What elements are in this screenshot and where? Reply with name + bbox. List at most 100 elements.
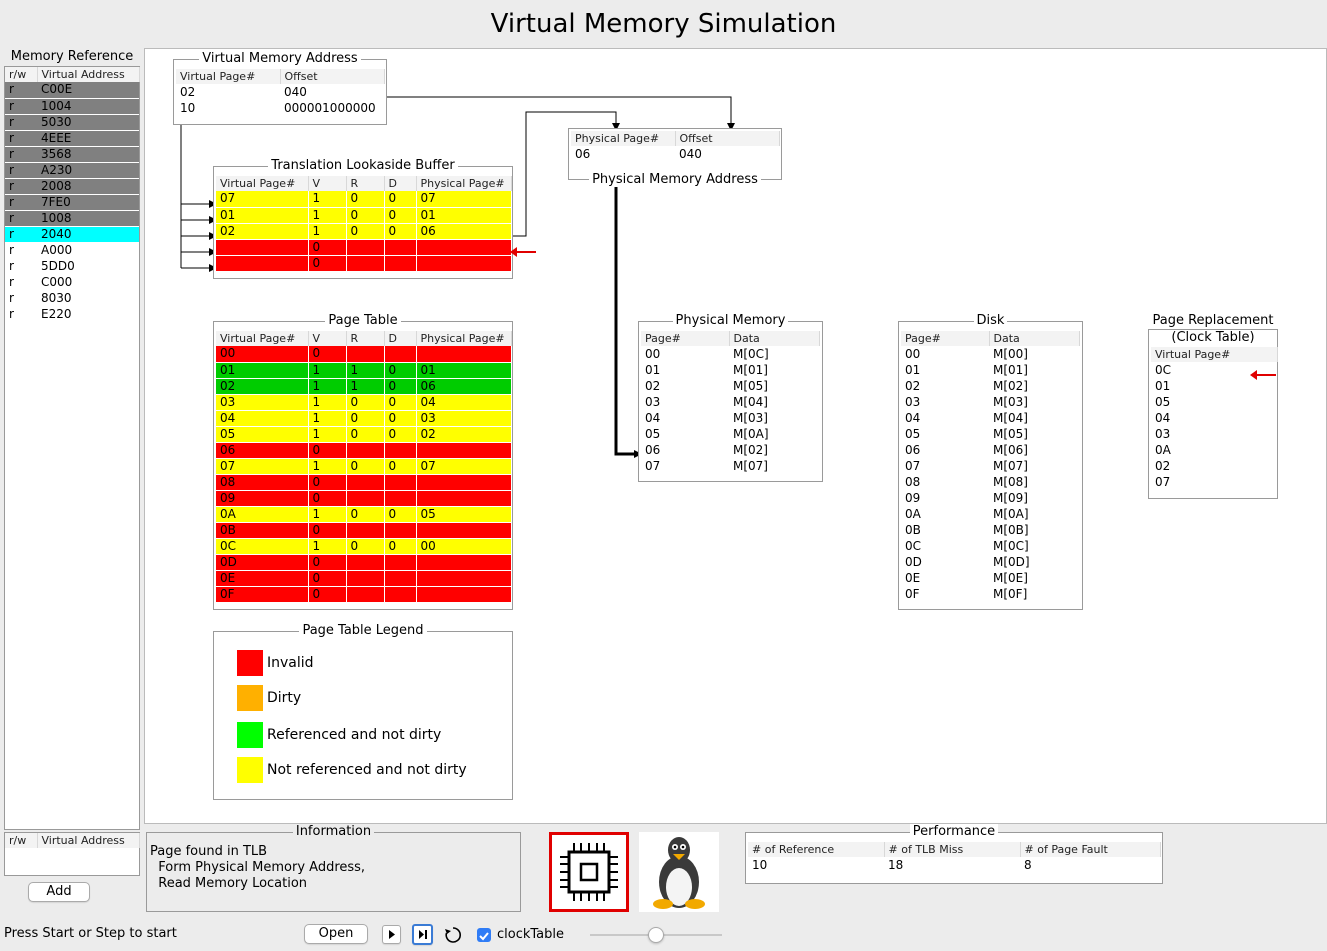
table-row: 05 M[05]: [901, 426, 1079, 442]
memory-reference-row[interactable]: r 8030: [5, 290, 139, 307]
table-row: 06 M[06]: [901, 442, 1079, 458]
table-cell: 040: [284, 84, 307, 99]
memory-reference-row[interactable]: r C000: [5, 274, 139, 291]
table-cell: [416, 474, 512, 491]
memory-reference-row[interactable]: r 5030: [5, 114, 139, 131]
table-cell: [346, 586, 385, 603]
table-cell: 1: [346, 378, 385, 395]
table-cell: 06: [575, 146, 591, 161]
table-row: 0A 1 0 0 05: [216, 506, 512, 523]
table-row: 0F M[0F]: [901, 586, 1079, 602]
table-cell: 0A: [216, 506, 309, 523]
page-table-legend: Page Table Legend Invalid Dirty Referenced…: [213, 623, 513, 800]
table-cell: M[01]: [993, 362, 1028, 377]
column-header: Physical Page#: [416, 331, 512, 346]
memory-reference-list[interactable]: r/w Virtual Address r C00E r 1004 r 5030 r 4EEE…: [4, 66, 140, 830]
memory-reference-row[interactable]: r A230: [5, 162, 139, 179]
column-header: Data: [989, 331, 1080, 346]
rw-cell: r: [5, 258, 37, 275]
table-cell: 0: [384, 223, 417, 240]
table-cell: 03: [1155, 426, 1171, 441]
table-cell: 0D: [905, 554, 922, 569]
table-row: 0D M[0D]: [901, 554, 1079, 570]
performance-table: # of Reference # of TLB Miss # of Page F…: [748, 842, 1161, 873]
linux-penguin-icon[interactable]: [639, 832, 719, 912]
memory-reference-row[interactable]: r 1004: [5, 98, 139, 115]
table-cell: 0: [346, 506, 385, 523]
table-cell: [346, 474, 385, 491]
column-header: Data: [729, 331, 820, 346]
memory-reference-row[interactable]: r 5DD0: [5, 258, 139, 275]
column-header: # of Page Fault: [1020, 842, 1161, 857]
column-header: Virtual Address: [37, 833, 140, 848]
table-cell: [416, 586, 512, 603]
table-cell: 02: [216, 378, 309, 395]
table-row: 01 M[01]: [901, 362, 1079, 378]
play-icon[interactable]: [382, 925, 401, 944]
table-cell: 0: [346, 394, 385, 411]
table-row: 01 1 1 0 01: [216, 362, 512, 379]
step-icon[interactable]: [412, 924, 433, 945]
status-text: Press Start or Step to start: [4, 926, 177, 941]
clock-table-checkbox[interactable]: [477, 928, 491, 942]
table-cell: [384, 570, 417, 587]
virtual-address-cell: E220: [37, 306, 139, 323]
table-cell: [346, 570, 385, 587]
memory-reference-input-list[interactable]: r/w Virtual Address: [4, 832, 140, 876]
tlb-pointer-arrow-icon: [510, 247, 536, 257]
table-cell: 07: [1155, 474, 1171, 489]
table-cell: [384, 346, 417, 363]
table-cell: 07: [416, 191, 512, 208]
table-cell: M[00]: [993, 346, 1028, 361]
table-cell: 0: [308, 522, 347, 539]
table-cell: 03: [416, 410, 512, 427]
table-row: 07 M[07]: [641, 458, 819, 474]
table-cell: [416, 239, 512, 256]
table-row: 0: [216, 239, 512, 256]
page-replacement-title-line1: Page Replacement: [1152, 313, 1274, 328]
column-header: Virtual Page#: [176, 69, 281, 84]
table-cell: [384, 442, 417, 459]
reset-icon[interactable]: [443, 925, 463, 945]
table-cell: 0: [308, 255, 347, 272]
page-replacement-box: (Clock Table) Virtual Page# 0C 01 05 04 03 0A…: [1148, 329, 1278, 499]
rw-cell: r: [5, 194, 37, 211]
rw-cell: r: [5, 290, 37, 307]
table-cell: 000001000000: [284, 100, 376, 115]
memory-reference-row[interactable]: r 1008: [5, 210, 139, 227]
table-cell: 02: [216, 223, 309, 240]
table-cell: [346, 255, 385, 272]
app-title: Virtual Memory Simulation: [490, 9, 837, 39]
table-cell: 07: [416, 458, 512, 475]
add-button[interactable]: Add: [28, 882, 90, 902]
table-cell: 10: [180, 100, 196, 115]
memory-reference-row[interactable]: r 7FE0: [5, 194, 139, 211]
table-cell: 1: [308, 458, 347, 475]
slider-knob[interactable]: [648, 927, 664, 943]
memory-reference-row[interactable]: r 2040: [5, 226, 139, 243]
table-cell: [416, 255, 512, 272]
table-cell: 0: [308, 586, 347, 603]
memory-reference-row[interactable]: r 2008: [5, 178, 139, 195]
table-cell: 0: [384, 362, 417, 379]
cpu-icon[interactable]: [549, 832, 629, 912]
memory-reference-row[interactable]: r C00E: [5, 82, 139, 99]
table-cell: 0: [346, 223, 385, 240]
memory-reference-table: r/w Virtual Address r C00E r 1004 r 5030 r 4EEE…: [5, 67, 140, 323]
open-button[interactable]: Open: [304, 924, 368, 944]
speed-slider[interactable]: [590, 926, 722, 944]
memory-reference-row[interactable]: r 3568: [5, 146, 139, 163]
table-cell: 0: [384, 410, 417, 427]
column-header: Virtual Page#: [216, 176, 309, 191]
table-row: 0B M[0B]: [901, 522, 1079, 538]
table-row: 06 M[02]: [641, 442, 819, 458]
page-replacement-title-line2: (Clock Table): [1171, 330, 1255, 345]
memory-reference-row[interactable]: r 4EEE: [5, 130, 139, 147]
table-cell: 04: [216, 410, 309, 427]
memory-reference-row[interactable]: r E220: [5, 306, 139, 323]
rw-cell: r: [5, 82, 37, 99]
memory-reference-row[interactable]: r A000: [5, 242, 139, 259]
rw-cell: r: [5, 178, 37, 195]
table-cell: 06: [905, 442, 921, 457]
table-cell: 02: [1155, 458, 1171, 473]
